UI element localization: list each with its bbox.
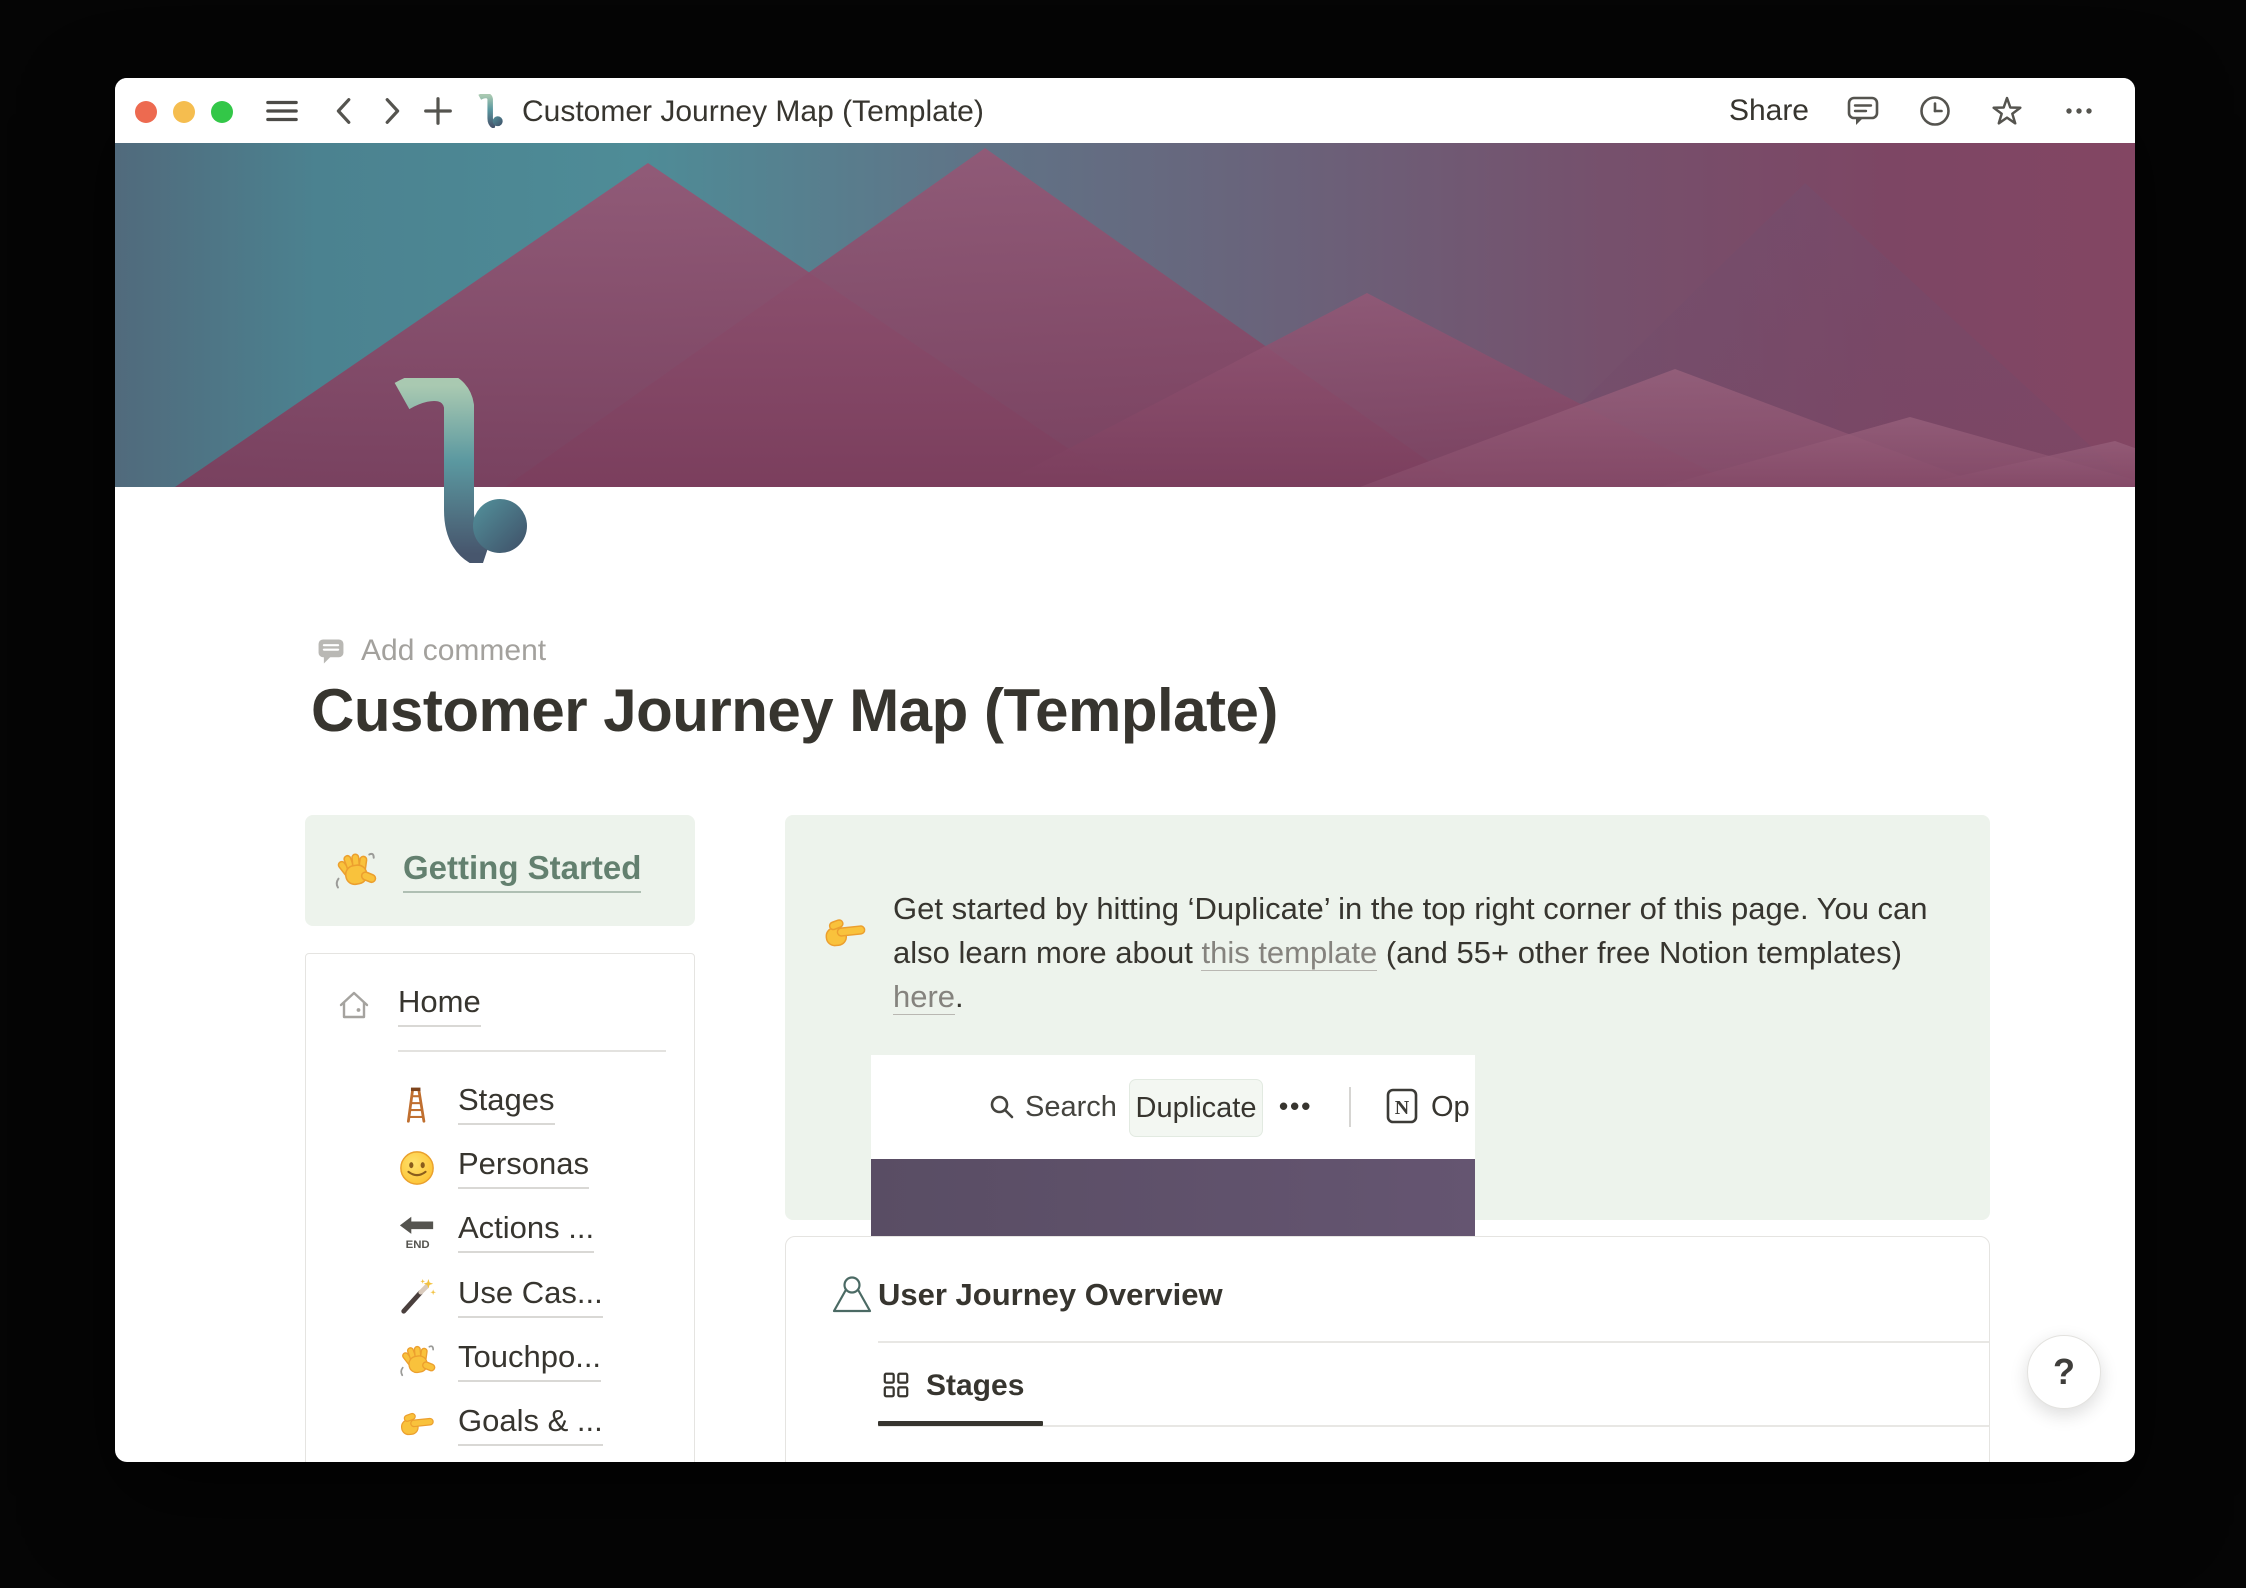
getting-started-link[interactable]: Getting Started [403,849,642,893]
nav-item-actions[interactable]: Actions ... [398,1210,595,1253]
notion-window: Customer Journey Map (Template) Share Ad… [115,78,2135,1462]
end-arrow-icon [399,1216,434,1251]
here-link[interactable]: here [893,979,956,1015]
nav-item-goals[interactable]: Goals & ... [398,1403,603,1446]
plus-icon [424,97,452,125]
use-cases-link[interactable]: Use Cas... [458,1275,603,1318]
window-title: Customer Journey Map (Template) [522,95,984,128]
page-links-panel: Home Stages Personas Actions ... Use Cas… [305,953,695,1462]
titlebar: Customer Journey Map (Template) Share [115,78,2135,143]
duplicate-instructions-callout: Get started by hitting ‘Duplicate’ in th… [785,815,1990,1264]
home-link-row[interactable]: Home [336,984,481,1027]
divider [878,1341,1989,1343]
divider [398,1050,666,1052]
desktop-background: Customer Journey Map (Template) Share Ad… [0,0,2246,1588]
embedded-search-label: Search [1025,1091,1117,1123]
pointing-right-icon [399,1409,435,1436]
goals-link[interactable]: Goals & ... [458,1403,603,1446]
personas-link[interactable]: Personas [458,1146,589,1189]
traffic-lights [135,101,233,123]
hamburger-icon [266,100,298,122]
callout-paragraph: Get started by hitting ‘Duplicate’ in th… [893,887,1968,1019]
comment-bubble-filled-icon [318,639,344,664]
this-template-link[interactable]: this template [1201,935,1378,971]
chevron-right-icon [385,98,400,124]
nav-item-use-cases[interactable]: Use Cas... [398,1275,603,1318]
help-button[interactable]: ? [2027,1335,2101,1409]
active-tab-underline [878,1421,1043,1426]
star-icon [1992,96,2022,125]
gallery-view-icon [883,1372,909,1398]
back-button[interactable] [328,94,362,128]
callout-text-3: . [955,979,964,1014]
duplicate-screenshot-image: Search Duplicate ••• N Op [871,1055,1475,1264]
embedded-open-label: Op [1431,1091,1470,1123]
forward-button[interactable] [374,94,408,128]
updates-button[interactable] [1917,93,1953,129]
tab-stages[interactable]: Stages [926,1369,1024,1403]
tab-bar-line [878,1425,1989,1427]
getting-started-callout: Getting Started [305,815,695,926]
comments-button[interactable] [1845,93,1881,129]
notion-logo-icon: N [1386,1088,1418,1124]
waving-hand-icon [334,849,377,890]
comment-bubble-icon [1847,96,1879,125]
waving-hand-icon [399,1342,436,1378]
actions-link[interactable]: Actions ... [458,1210,595,1253]
add-comment-label: Add comment [361,634,547,667]
magic-wand-icon [398,1278,436,1316]
overview-title: User Journey Overview [878,1277,1223,1312]
ladder-icon [406,1087,426,1123]
nav-item-touchpoints[interactable]: Touchpo... [398,1339,602,1382]
embedded-more-label: ••• [1279,1091,1313,1121]
house-icon [339,991,369,1018]
smiley-icon [399,1150,435,1185]
callout-text-2: (and 55+ other free Notion templates) [1377,935,1902,970]
more-options-button[interactable] [2061,93,2097,129]
svg-text:N: N [1395,1097,1410,1119]
stages-link[interactable]: Stages [458,1082,555,1125]
persona-mountain-icon [832,1276,872,1313]
sidebar-toggle-button[interactable] [265,94,299,128]
favorite-button[interactable] [1989,93,2025,129]
search-icon [990,1095,1014,1119]
pointing-right-icon [823,915,867,948]
page-title: Customer Journey Map (Template) [311,677,1278,744]
ellipsis-icon [2066,107,2092,114]
touchpoints-link[interactable]: Touchpo... [458,1339,602,1382]
zoom-window-button[interactable] [211,101,233,123]
chevron-left-icon [336,98,351,124]
clock-icon [1920,95,1950,126]
embedded-duplicate-button: Duplicate [1129,1079,1263,1137]
page-favicon-logo-icon [477,94,503,128]
add-comment-button[interactable]: Add comment [315,634,546,668]
embedded-toolbar: Search Duplicate ••• N Op [871,1055,1475,1159]
user-journey-overview-card: User Journey Overview Stages [785,1236,1990,1462]
minimize-window-button[interactable] [173,101,195,123]
share-button[interactable]: Share [1729,94,1809,128]
home-link[interactable]: Home [398,984,481,1027]
divider [1349,1087,1351,1127]
page-icon-logo[interactable] [388,378,528,563]
close-window-button[interactable] [135,101,157,123]
nav-item-stages[interactable]: Stages [398,1082,555,1125]
nav-item-personas[interactable]: Personas [398,1146,589,1189]
new-tab-button[interactable] [421,94,455,128]
